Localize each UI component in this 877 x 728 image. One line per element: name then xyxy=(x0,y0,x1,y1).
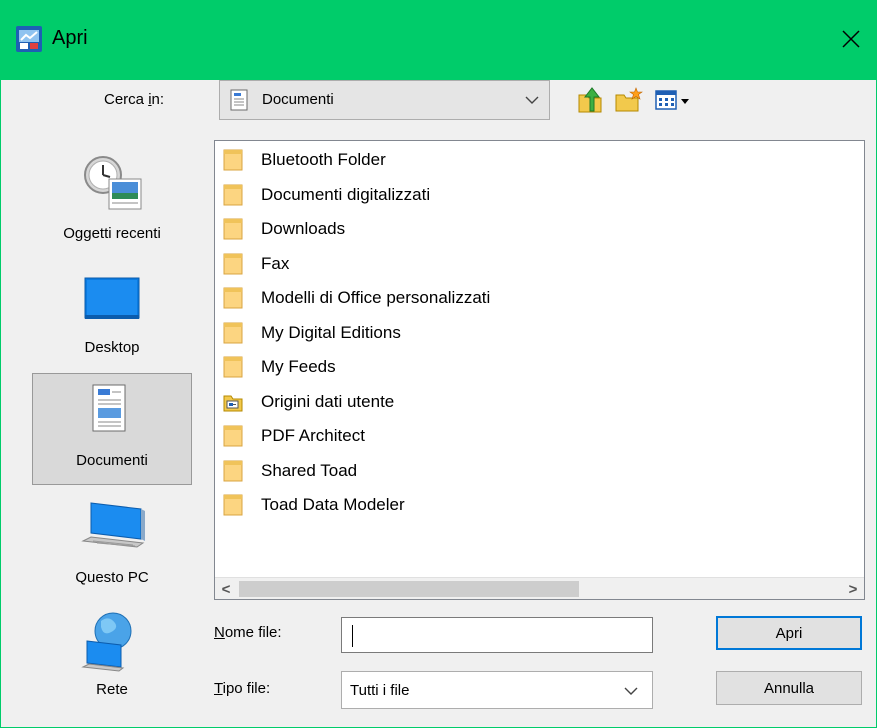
computer-icon xyxy=(81,502,145,548)
close-button[interactable] xyxy=(833,22,869,56)
chevron-down-icon xyxy=(624,687,638,695)
lookin-label: Cerca in: xyxy=(104,91,164,108)
open-button[interactable]: Apri xyxy=(716,616,862,650)
place-desktop[interactable]: Desktop xyxy=(32,265,192,375)
file-name: Fax xyxy=(261,253,290,273)
place-label-this-pc: Questo PC xyxy=(75,569,149,586)
folder-icon xyxy=(223,149,243,171)
folder-icon xyxy=(223,494,243,516)
lookin-label-suffix: n: xyxy=(151,91,165,108)
folder-icon xyxy=(223,218,243,240)
list-item[interactable]: PDF Architect xyxy=(223,421,365,451)
list-item[interactable]: My Digital Editions xyxy=(223,318,401,348)
text-caret xyxy=(352,625,353,647)
file-list[interactable]: Bluetooth Folder Documenti digitalizzati D… xyxy=(214,140,865,600)
horizontal-scrollbar[interactable]: < > xyxy=(215,577,864,599)
folder-icon xyxy=(223,322,243,343)
place-label-recent: Oggetti recenti xyxy=(63,225,161,242)
filetype-value: Tutti i file xyxy=(350,682,410,699)
scroll-right-button[interactable]: > xyxy=(842,578,864,600)
file-name: Shared Toad xyxy=(261,460,358,480)
filetype-label-rest: ipo file: xyxy=(222,680,271,697)
recent-items-icon xyxy=(84,156,142,210)
new-folder-icon xyxy=(615,87,643,112)
up-folder-icon xyxy=(578,87,602,113)
places-bar: Oggetti recenti Desktop Documenti Questo… xyxy=(27,145,197,725)
lookin-label-prefix: Cerca xyxy=(104,91,149,108)
place-this-pc[interactable]: Questo PC xyxy=(32,495,192,605)
file-name: Origini dati utente xyxy=(261,391,395,411)
app-icon xyxy=(16,26,42,52)
list-item[interactable]: My Feeds xyxy=(223,352,336,382)
chevron-down-icon xyxy=(525,96,539,104)
folder-icon xyxy=(223,460,243,481)
list-item[interactable]: Downloads xyxy=(223,214,345,244)
place-label-desktop: Desktop xyxy=(84,339,140,356)
filetype-label-accel: T xyxy=(214,680,223,697)
filename-label-accel: N xyxy=(214,624,225,641)
list-item[interactable]: Toad Data Modeler xyxy=(223,490,405,520)
file-name: Modelli di Office personalizzati xyxy=(261,288,491,307)
file-name: Toad Data Modeler xyxy=(261,495,405,514)
file-name: Documenti digitalizzati xyxy=(261,184,431,204)
list-item[interactable]: Shared Toad xyxy=(223,456,357,486)
list-item[interactable]: Modelli di Office personalizzati xyxy=(223,283,490,313)
file-name: My Digital Editions xyxy=(261,322,401,342)
new-folder-button[interactable] xyxy=(614,86,644,114)
place-documents[interactable]: Documenti xyxy=(32,373,192,485)
special-folder-icon xyxy=(223,395,243,411)
lookin-dropdown[interactable]: Documenti xyxy=(219,80,550,120)
filetype-dropdown[interactable]: Tutti i file xyxy=(341,671,653,709)
scrollbar-thumb[interactable] xyxy=(239,581,579,597)
title-bar[interactable]: Apri xyxy=(0,0,877,80)
scroll-left-button[interactable]: < xyxy=(215,578,237,600)
file-name: PDF Architect xyxy=(261,426,365,445)
desktop-icon xyxy=(84,277,140,319)
chevron-left-icon: < xyxy=(221,580,231,598)
lookin-value: Documenti xyxy=(262,91,334,108)
filetype-label: Tipo file: xyxy=(214,680,270,697)
place-label-network: Rete xyxy=(96,681,128,698)
up-one-level-button[interactable] xyxy=(576,85,604,115)
list-item[interactable]: Documenti digitalizzati xyxy=(223,180,430,210)
folder-icon xyxy=(223,287,243,309)
close-icon xyxy=(842,30,860,48)
network-icon xyxy=(81,612,132,672)
view-menu-icon xyxy=(655,90,689,110)
file-name: Downloads xyxy=(261,219,346,238)
chevron-right-icon: > xyxy=(848,580,858,598)
folder-icon xyxy=(223,425,243,447)
file-name: Bluetooth Folder xyxy=(261,150,386,169)
filename-label-rest: ome file: xyxy=(224,624,282,641)
documents-small-icon xyxy=(230,89,248,111)
folder-icon xyxy=(223,356,243,378)
place-recent[interactable]: Oggetti recenti xyxy=(32,145,192,255)
place-network[interactable]: Rete xyxy=(32,607,192,717)
view-menu-button[interactable] xyxy=(655,90,707,112)
documents-icon xyxy=(92,384,126,432)
folder-icon xyxy=(223,253,243,274)
list-item[interactable]: Origini dati utente xyxy=(223,387,394,417)
filename-label: Nome file: xyxy=(214,624,282,641)
place-label-documents: Documenti xyxy=(76,452,148,469)
window-title: Apri xyxy=(52,27,88,49)
list-item[interactable]: Fax xyxy=(223,249,289,279)
filename-input[interactable] xyxy=(341,617,653,653)
cancel-button[interactable]: Annulla xyxy=(716,671,862,705)
list-item[interactable]: Bluetooth Folder xyxy=(223,145,386,175)
file-name: My Feeds xyxy=(261,357,336,376)
folder-icon xyxy=(223,184,243,205)
